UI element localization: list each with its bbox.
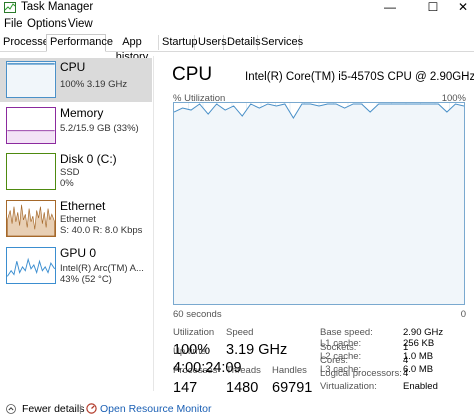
disk-thumbnail [6,153,56,190]
resource-sidebar: CPU 100% 3.19 GHz Memory 5.2/15.9 GB (33… [0,56,154,391]
spec-label: Base speed: [320,327,373,338]
footer-separator: | [79,403,82,415]
spec-value: 1.0 MB [403,351,434,362]
maximize-button[interactable]: ☐ [416,0,450,16]
spec-label: L1 cache: [320,338,362,349]
sidebar-disk-name: Disk 0 (C:) [60,152,117,166]
tab-bar: Processes Performance App history Startu… [0,34,474,63]
footer-bar: Fewer details | Open Resource Monitor [0,397,474,419]
sidebar-ethernet-throughput: S: 40.0 R: 8.0 Kbps [60,225,143,236]
sidebar-cpu-detail: 100% 3.19 GHz [60,79,128,90]
sidebar-ethernet-adapter: Ethernet [60,214,96,225]
spec-value: 256 KB [403,338,435,349]
memory-thumbnail [6,107,56,144]
sidebar-gpu-usage: 43% (52 °C) [60,274,112,285]
title-bar: Task Manager — ☐ ✕ [0,0,474,16]
sidebar-gpu-name: GPU 0 [60,246,97,260]
sidebar-memory-name: Memory [60,106,104,120]
task-manager-icon [4,2,16,13]
spec-label: L2 cache: [320,351,362,362]
sidebar-item-disk[interactable]: Disk 0 (C:) SSD 0% [0,150,152,194]
menu-bar: File Options View [0,17,474,33]
ethernet-thumbnail [6,200,56,237]
menu-view[interactable]: View [68,18,93,30]
menu-options[interactable]: Options [27,18,67,30]
sidebar-item-cpu[interactable]: CPU 100% 3.19 GHz [0,58,152,102]
sidebar-item-gpu[interactable]: GPU 0 Intel(R) Arc(TM) A... 43% (52 °C) [0,244,152,288]
tab-performance[interactable]: Performance [46,34,113,52]
gpu-thumbnail [6,247,56,284]
uptime-value: 4:00:24:09 [173,360,242,376]
sidebar-gpu-model: Intel(R) Arc(TM) A... [60,263,144,274]
spec-label: L3 cache: [320,364,362,375]
sidebar-disk-usage: 0% [60,178,74,189]
spec-value: 6.0 MB [403,364,434,375]
cpu-model: Intel(R) Core(TM) i5-4570S CPU @ 2.90GHz [245,71,474,83]
cpu-thumbnail [6,61,56,98]
open-resource-monitor-link[interactable]: Open Resource Monitor [100,403,211,415]
chevron-up-icon[interactable] [6,404,16,414]
speed-label: Speed [226,327,254,338]
tab-services[interactable]: Services [258,35,303,50]
graph-min-label: 0 [460,309,466,320]
sidebar-item-memory[interactable]: Memory 5.2/15.9 GB (33%) [0,104,152,148]
sidebar-cpu-name: CPU [60,60,86,74]
uptime-label: Up time [173,346,206,357]
page-title: CPU [172,64,213,85]
tab-users[interactable]: Users [195,35,227,50]
sidebar-disk-type: SSD [60,167,80,178]
sidebar-item-ethernet[interactable]: Ethernet Ethernet S: 40.0 R: 8.0 Kbps [0,197,152,241]
tab-processes[interactable]: Processes [0,35,54,50]
close-button[interactable]: ✕ [446,0,474,16]
menu-file[interactable]: File [4,18,23,30]
graph-time-label: 60 seconds [173,309,222,320]
cpu-detail-lower: Up time 4:00:24:09 L1 cache: 256 KB L2 c… [164,338,474,395]
sidebar-ethernet-name: Ethernet [60,199,106,213]
fewer-details-button[interactable]: Fewer details [22,403,84,415]
utilization-label: Utilization [173,327,215,338]
resource-monitor-icon[interactable] [86,403,97,414]
cpu-graph-fill [174,103,464,304]
tab-startup[interactable]: Startup [159,35,197,50]
minimize-button[interactable]: — [373,0,407,16]
tab-app-history[interactable]: App history [106,35,159,63]
sidebar-memory-detail: 5.2/15.9 GB (33%) [60,123,139,134]
tab-details[interactable]: Details [224,35,261,50]
cpu-utilization-graph [173,102,465,305]
spec-value: 2.90 GHz [403,327,444,338]
window-title: Task Manager [21,1,94,13]
